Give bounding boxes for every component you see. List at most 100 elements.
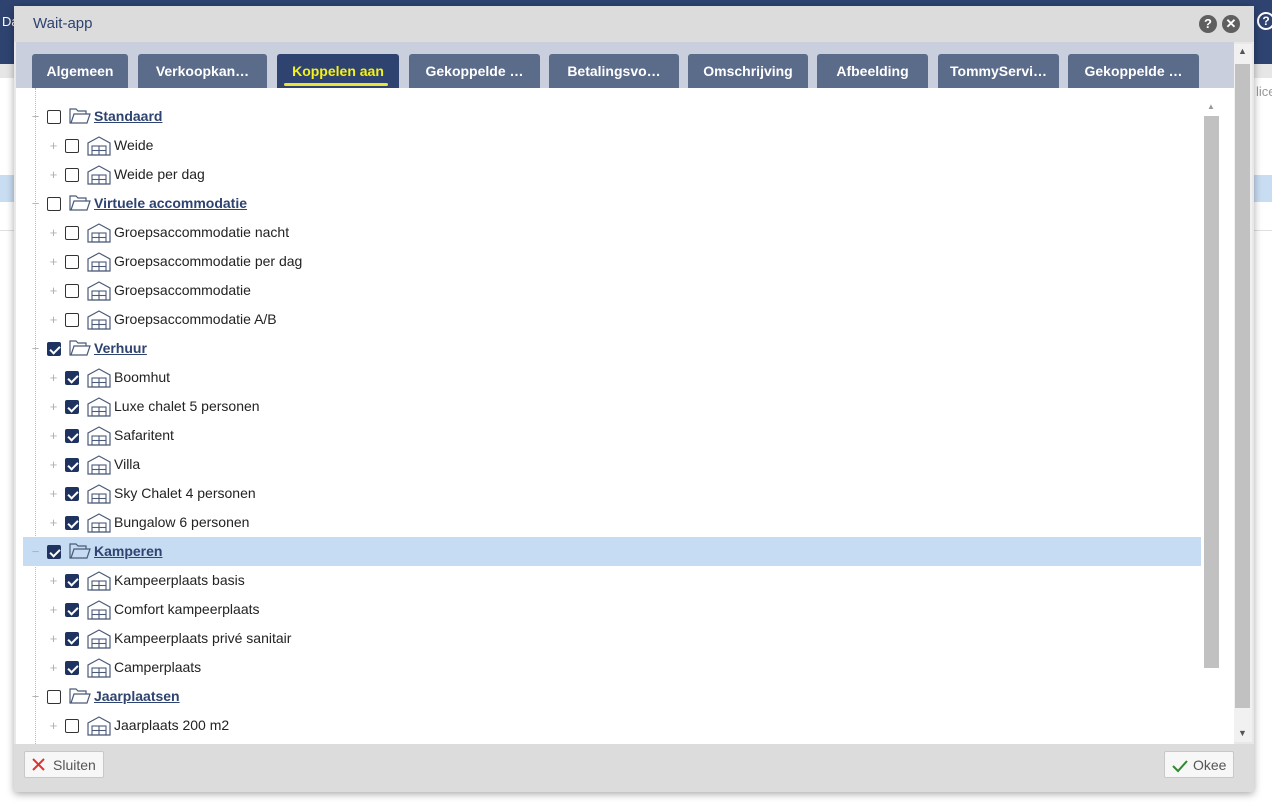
tree-item-row[interactable]: + Safaritent [16, 421, 1202, 450]
tree-group-label[interactable]: Verhuur [94, 340, 147, 356]
tree-checkbox[interactable] [65, 400, 79, 414]
tab-3[interactable]: Koppelen aan [277, 54, 399, 88]
tree-checkbox[interactable] [65, 226, 79, 240]
tree-scrollbar[interactable]: ▲ [1203, 102, 1219, 744]
tree-item-label: Sky Chalet 4 personen [114, 485, 256, 501]
expand-toggle-icon[interactable]: + [48, 429, 59, 442]
tree-group-label[interactable]: Jaarplaatsen [94, 688, 180, 704]
tab-6[interactable]: Omschrijving [688, 54, 808, 88]
tree-checkbox[interactable] [65, 284, 79, 298]
expand-toggle-icon[interactable]: + [48, 574, 59, 587]
tree-checkbox[interactable] [65, 313, 79, 327]
dialog-scrollbar[interactable]: ▲ ▼ [1234, 44, 1252, 742]
tree-scrollbar-thumb[interactable] [1204, 116, 1219, 668]
expand-toggle-icon[interactable]: + [48, 661, 59, 674]
tree-group-row[interactable]: − Verhuur [16, 334, 1202, 363]
tab-4[interactable]: Gekoppelde … [409, 54, 540, 88]
tab-7[interactable]: Afbeelding [817, 54, 928, 88]
folder-open-icon [69, 542, 91, 563]
tree-checkbox[interactable] [65, 168, 79, 182]
tree-checkbox[interactable] [47, 545, 61, 559]
tree-item-row[interactable]: + Jaarplaats 200 m2 [16, 711, 1202, 740]
tree-group-row[interactable]: − Virtuele accommodatie [16, 189, 1202, 218]
expand-toggle-icon[interactable]: + [48, 719, 59, 732]
tab-1[interactable]: Algemeen [32, 54, 128, 88]
tree-item-row[interactable]: + Kampeerplaats privé sanitair [16, 624, 1202, 653]
tree-item-row[interactable]: + Camperplaats [16, 653, 1202, 682]
expand-toggle-icon[interactable]: + [48, 603, 59, 616]
tree-checkbox[interactable] [65, 429, 79, 443]
tree-item-row[interactable]: + Boomhut [16, 363, 1202, 392]
app-help-icon[interactable]: ? [1257, 12, 1272, 30]
tree-item-row[interactable]: + Bungalow 6 personen [16, 508, 1202, 537]
tree-item-row[interactable]: + Kampeerplaats basis [16, 566, 1202, 595]
tree-checkbox[interactable] [47, 110, 61, 124]
expand-toggle-icon[interactable]: + [48, 139, 59, 152]
tree-item-label: Kampeerplaats basis [114, 572, 245, 588]
collapse-toggle-icon[interactable]: − [30, 545, 41, 558]
tab-9[interactable]: Gekoppelde … [1068, 54, 1199, 88]
expand-toggle-icon[interactable]: + [48, 458, 59, 471]
tree-checkbox[interactable] [65, 371, 79, 385]
collapse-toggle-icon[interactable]: − [30, 342, 41, 355]
tree-checkbox[interactable] [65, 487, 79, 501]
tree-checkbox[interactable] [65, 661, 79, 675]
tree-checkbox[interactable] [65, 255, 79, 269]
expand-toggle-icon[interactable]: + [48, 487, 59, 500]
tree-item-label: Groepsaccommodatie nacht [114, 224, 290, 240]
expand-toggle-icon[interactable]: + [48, 284, 59, 297]
tree-checkbox[interactable] [65, 139, 79, 153]
tab-2[interactable]: Verkoopkan… [138, 54, 267, 88]
tree-item-row[interactable]: + Villa [16, 450, 1202, 479]
close-button[interactable]: Sluiten [24, 751, 104, 778]
expand-toggle-icon[interactable]: + [48, 516, 59, 529]
tree-group-row[interactable]: − Jaarplaatsen [16, 682, 1202, 711]
tree-group-row[interactable]: − Kamperen [23, 537, 1201, 566]
tree-checkbox[interactable] [47, 342, 61, 356]
expand-toggle-icon[interactable]: + [48, 371, 59, 384]
tab-5[interactable]: Betalingsvo… [549, 54, 679, 88]
ok-button-label: Okee [1193, 757, 1227, 773]
tree-item-row[interactable]: + Comfort kampeerplaats [16, 595, 1202, 624]
tree-checkbox[interactable] [47, 690, 61, 704]
tree-group-label[interactable]: Standaard [94, 108, 162, 124]
help-icon[interactable]: ? [1199, 15, 1217, 33]
scroll-up-arrow-icon[interactable]: ▲ [1207, 102, 1215, 111]
tree-checkbox[interactable] [65, 574, 79, 588]
tree-item-row[interactable]: + Groepsaccommodatie [16, 276, 1202, 305]
ok-button[interactable]: Okee [1164, 751, 1234, 778]
collapse-toggle-icon[interactable]: − [30, 197, 41, 210]
collapse-toggle-icon[interactable]: − [30, 110, 41, 123]
expand-toggle-icon[interactable]: + [48, 313, 59, 326]
tree-item-row[interactable]: + Weide [16, 131, 1202, 160]
tree-item-row[interactable]: + Groepsaccommodatie nacht [16, 218, 1202, 247]
dialog-titlebar[interactable]: Wait-app ? ✕ [14, 6, 1254, 42]
expand-toggle-icon[interactable]: + [48, 226, 59, 239]
dialog-scroll-down-icon[interactable]: ▼ [1238, 728, 1247, 738]
dialog-scroll-up-icon[interactable]: ▲ [1238, 46, 1247, 56]
dialog-title: Wait-app [33, 15, 93, 32]
tree-checkbox[interactable] [65, 603, 79, 617]
tree-item-row[interactable]: + Groepsaccommodatie per dag [16, 247, 1202, 276]
expand-toggle-icon[interactable]: + [48, 168, 59, 181]
tree-checkbox[interactable] [65, 516, 79, 530]
expand-toggle-icon[interactable]: + [48, 632, 59, 645]
expand-toggle-icon[interactable]: + [48, 400, 59, 413]
tab-8[interactable]: TommyServi… [938, 54, 1059, 88]
tree-checkbox[interactable] [65, 458, 79, 472]
collapse-toggle-icon[interactable]: − [30, 690, 41, 703]
tree-item-row[interactable]: + Weide per dag [16, 160, 1202, 189]
tree-item-row[interactable]: + Luxe chalet 5 personen [16, 392, 1202, 421]
tree-group-label[interactable]: Kamperen [94, 543, 162, 559]
tree-item-row[interactable]: + Groepsaccommodatie A/B [16, 305, 1202, 334]
close-icon[interactable]: ✕ [1222, 15, 1240, 33]
expand-toggle-icon[interactable]: + [48, 255, 59, 268]
tree-checkbox[interactable] [47, 197, 61, 211]
tree-item-row[interactable]: + Sky Chalet 4 personen [16, 479, 1202, 508]
tree-checkbox[interactable] [65, 632, 79, 646]
accommodation-icon [87, 165, 111, 188]
tree-group-label[interactable]: Virtuele accommodatie [94, 195, 247, 211]
dialog-scrollbar-thumb[interactable] [1235, 64, 1250, 708]
tree-checkbox[interactable] [65, 719, 79, 733]
tree-group-row[interactable]: − Standaard [16, 102, 1202, 131]
